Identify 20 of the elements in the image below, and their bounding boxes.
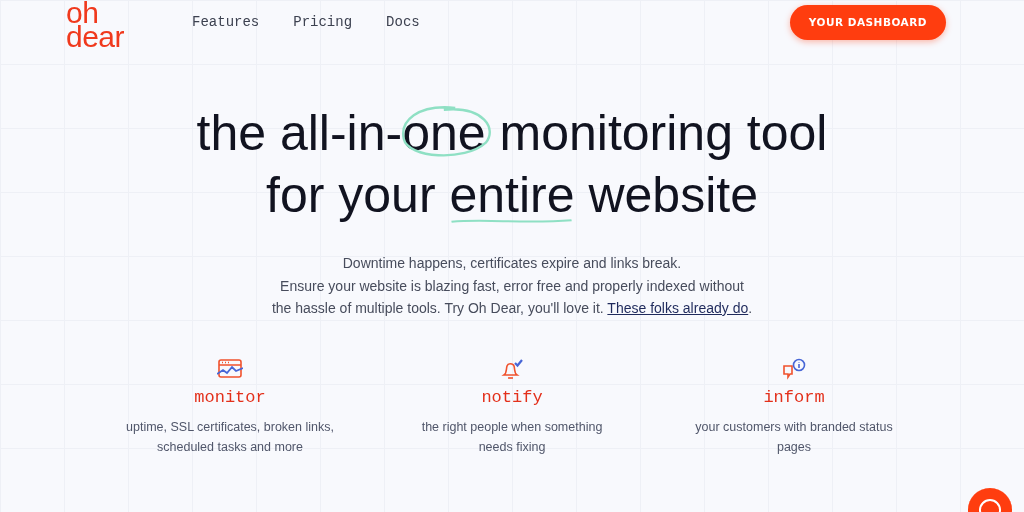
nav-link[interactable]: Features: [192, 14, 260, 30]
browser-chart-icon: [217, 357, 243, 380]
headline-text: monitoring tool: [498, 105, 828, 161]
dashboard-button[interactable]: YOUR DASHBOARD: [789, 4, 946, 40]
feature-title: inform: [763, 387, 825, 407]
bell-check-icon: [499, 357, 525, 380]
feature-title: notify: [481, 387, 543, 407]
nav-link[interactable]: Pricing: [293, 14, 353, 30]
feature-description: uptime, SSL certificates, broken links, scheduled tasks and more: [126, 418, 334, 456]
feature-description: your customers with branded status pages: [695, 418, 893, 456]
logo[interactable]: oh dear: [66, 1, 125, 49]
chat-info-icon: [781, 357, 807, 380]
underlined-word: entire: [448, 166, 576, 227]
intro-paragraph: Downtime happens, certificates expire and links break. Ensure your website is blazing fast, error free and properly indexed without the hassle of multiple tools. Try Oh Dear, you'll love it. These folks already do.: [270, 254, 754, 318]
headline-text: website: [587, 167, 758, 223]
nav-link[interactable]: Docs: [386, 14, 420, 30]
headline-text: for your: [266, 167, 437, 223]
headline-text: the all-in-: [196, 105, 403, 161]
feature-description: the right people when something needs fixing: [421, 418, 603, 456]
feature-title: monitor: [194, 387, 266, 407]
